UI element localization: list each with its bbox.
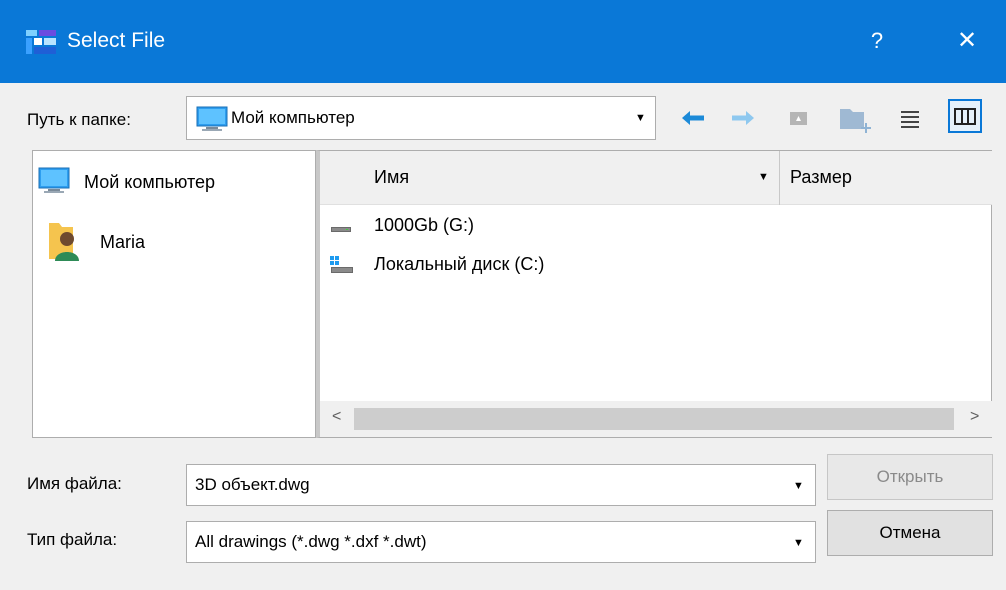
- new-folder-icon: [840, 109, 871, 133]
- place-label: Мой компьютер: [84, 172, 216, 192]
- forward-arrow-icon: [732, 111, 754, 125]
- filetype-label: Тип файла:: [27, 530, 118, 549]
- filename-value[interactable]: 3D объект.dwg: [195, 475, 310, 495]
- file-list-pane: Имя ▼ Размер 1000Gb (G:) Локальный диск …: [316, 150, 992, 438]
- path-combobox[interactable]: Мой компьютер ▼: [186, 96, 656, 140]
- title-bar: Select File ? ✕: [0, 0, 1006, 83]
- list-view-icon: [901, 111, 919, 128]
- scroll-left-icon[interactable]: <: [332, 408, 341, 426]
- chevron-down-icon[interactable]: ▼: [758, 171, 769, 183]
- column-header-name[interactable]: Имя: [374, 167, 409, 188]
- filename-combobox[interactable]: 3D объект.dwg ▼: [186, 464, 816, 506]
- path-value: Мой компьютер: [231, 108, 355, 127]
- column-separator[interactable]: [779, 151, 780, 205]
- back-button[interactable]: [676, 101, 710, 135]
- file-list-header: Имя ▼ Размер: [320, 151, 992, 205]
- filename-label: Имя файла:: [27, 474, 122, 493]
- app-icon: [26, 30, 56, 54]
- filetype-value: All drawings (*.dwg *.dxf *.dwt): [195, 532, 427, 551]
- up-folder-button[interactable]: [782, 101, 816, 135]
- place-my-computer[interactable]: Мой компьютер: [33, 165, 315, 205]
- list-view-button[interactable]: [893, 101, 927, 135]
- cancel-button[interactable]: Отмена: [827, 510, 993, 556]
- window-title: Select File: [67, 29, 166, 52]
- horizontal-scrollbar[interactable]: < >: [320, 401, 992, 437]
- details-view-icon: [954, 108, 976, 125]
- open-button[interactable]: Открыть: [827, 454, 993, 500]
- chevron-down-icon[interactable]: ▼: [635, 112, 646, 124]
- place-user-maria[interactable]: Maria: [33, 219, 315, 261]
- file-row[interactable]: Локальный диск (C:): [320, 249, 992, 283]
- new-folder-button[interactable]: [836, 101, 871, 135]
- up-folder-icon: [790, 112, 807, 125]
- forward-button[interactable]: [726, 101, 760, 135]
- user-folder-icon: [47, 219, 83, 268]
- path-label: Путь к папке:: [27, 110, 131, 129]
- chevron-down-icon[interactable]: ▼: [793, 537, 804, 549]
- system-drive-icon: [328, 255, 354, 280]
- drive-icon: [330, 218, 352, 239]
- computer-icon: [196, 106, 228, 137]
- filetype-combobox[interactable]: All drawings (*.dwg *.dxf *.dwt) ▼: [186, 521, 816, 563]
- file-name: 1000Gb (G:): [374, 215, 475, 235]
- file-row[interactable]: 1000Gb (G:): [320, 210, 992, 244]
- details-view-button[interactable]: [948, 99, 982, 133]
- close-button[interactable]: ✕: [950, 24, 984, 58]
- help-button[interactable]: ?: [862, 24, 892, 58]
- scroll-right-icon[interactable]: >: [970, 408, 979, 426]
- file-name: Локальный диск (C:): [374, 254, 545, 274]
- back-arrow-icon: [682, 111, 704, 125]
- place-label: Maria: [100, 232, 146, 252]
- computer-icon: [38, 167, 70, 200]
- chevron-down-icon[interactable]: ▼: [793, 480, 804, 492]
- column-header-size[interactable]: Размер: [790, 167, 852, 188]
- places-pane: Мой компьютер Maria: [32, 150, 316, 438]
- scrollbar-thumb[interactable]: [354, 408, 954, 430]
